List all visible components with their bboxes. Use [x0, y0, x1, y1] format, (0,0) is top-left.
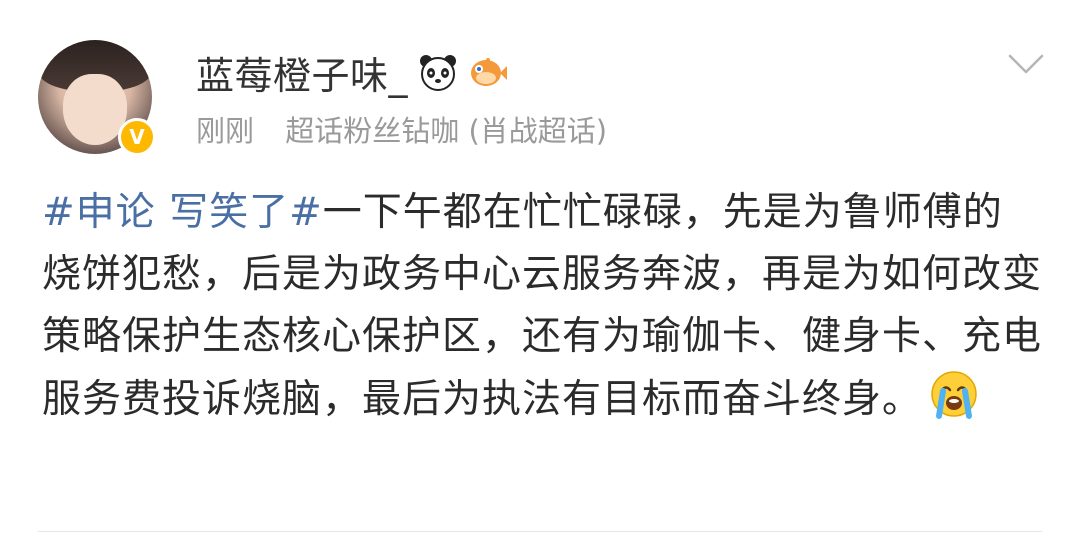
- post-source[interactable]: 超话粉丝钻咖 (肖战超话): [285, 114, 607, 148]
- pufferfish-icon: [468, 52, 508, 92]
- author-row: 蓝莓橙子味_: [196, 44, 508, 100]
- panda-icon: [418, 52, 458, 92]
- divider: [38, 531, 1042, 532]
- post-content: #申论 写笑了#一下午都在忙忙碌碌，先是为鲁师傅的烧饼犯愁，后是为政务中心云服务…: [42, 182, 1042, 431]
- crying-face-icon: [928, 368, 980, 420]
- author-name[interactable]: 蓝莓橙子味_: [196, 45, 408, 100]
- chevron-down-icon[interactable]: [1006, 50, 1046, 78]
- post-time: 刚刚: [196, 114, 255, 148]
- verified-badge-icon: V: [118, 118, 156, 156]
- topic-link[interactable]: #申论 写笑了#: [42, 190, 323, 235]
- post-meta: 刚刚 超话粉丝钻咖 (肖战超话): [196, 108, 607, 150]
